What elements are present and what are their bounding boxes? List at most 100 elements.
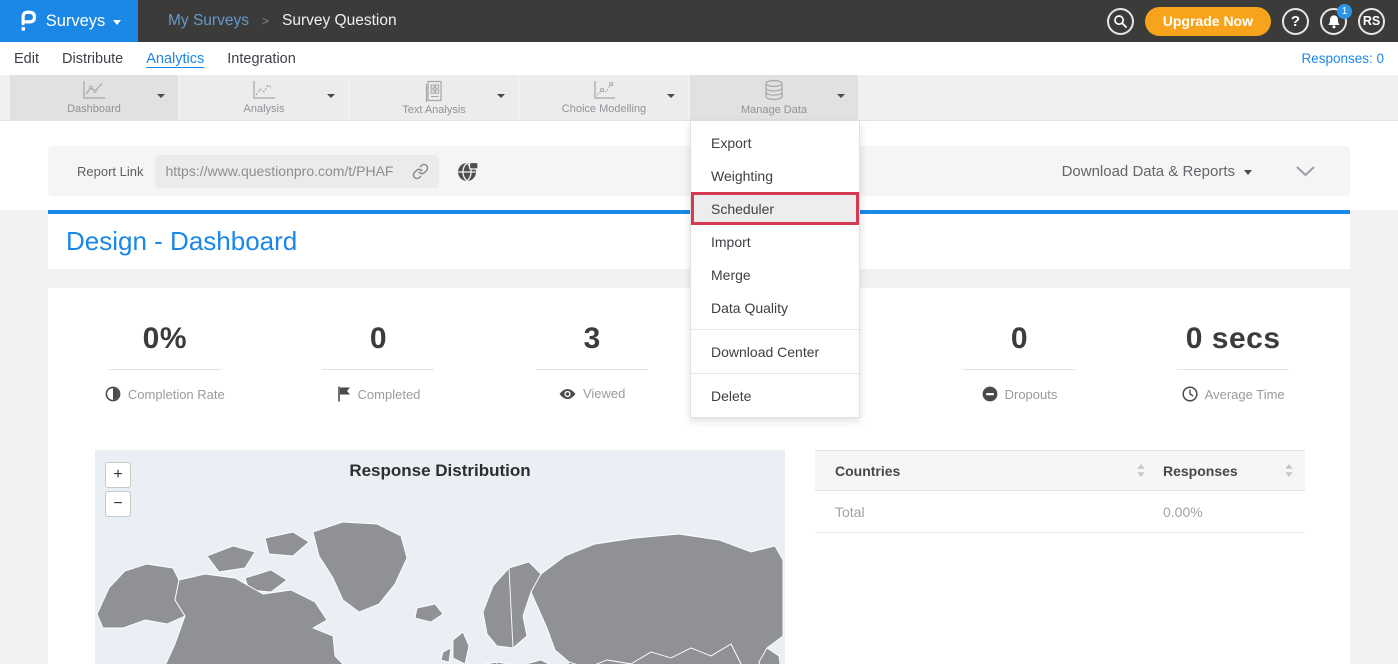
tab-label: Choice Modelling <box>562 103 646 115</box>
menu-group-divider: Download Center <box>691 329 859 368</box>
download-data-reports-menu[interactable]: Download Data & Reports <box>1062 163 1252 180</box>
chevron-down-icon <box>113 20 121 25</box>
sort-icon[interactable] <box>1137 464 1145 477</box>
search-icon <box>1113 14 1128 29</box>
nav-item-distribute[interactable]: Distribute <box>62 51 123 67</box>
column-header-responses[interactable]: Responses <box>1145 463 1305 479</box>
stat-value: 0 secs <box>1186 322 1281 356</box>
stat-average-time: 0 secs Average Time <box>1126 322 1340 402</box>
map-title: Response Distribution <box>95 461 785 481</box>
stat-divider <box>1177 369 1289 370</box>
header-actions: Upgrade Now ? 1 RS <box>1107 7 1398 36</box>
nav-item-integration[interactable]: Integration <box>227 51 296 67</box>
survey-nav: Edit Distribute Analytics Integration Re… <box>0 42 1398 75</box>
menu-item-merge[interactable]: Merge <box>691 258 859 291</box>
column-label: Countries <box>835 463 900 479</box>
scatter-chart-icon <box>591 80 617 101</box>
column-header-countries[interactable]: Countries <box>815 463 1145 479</box>
total-responses-value: 0.00% <box>1145 504 1305 520</box>
analytics-toolbar: Dashboard Analysis Text Analysis Choice … <box>0 75 1398 121</box>
report-url-value: https://www.questionpro.com/t/PHAF <box>165 163 412 179</box>
map-zoom-in-button[interactable]: + <box>105 462 131 488</box>
clock-icon <box>1182 386 1198 402</box>
question-mark-icon: ? <box>1291 13 1300 30</box>
tab-choice-modelling[interactable]: Choice Modelling <box>520 75 688 120</box>
tab-analysis[interactable]: Analysis <box>180 75 348 120</box>
countries-table: Countries Responses Total 0.00% <box>815 450 1305 664</box>
questionpro-logo-icon <box>17 8 38 34</box>
product-switcher[interactable]: Surveys <box>0 0 138 42</box>
upgrade-now-button[interactable]: Upgrade Now <box>1145 7 1271 36</box>
menu-item-export[interactable]: Export <box>691 126 859 159</box>
breadcrumb-current: Survey Question <box>282 12 397 30</box>
stat-label-text: Dropouts <box>1005 387 1058 402</box>
menu-item-weighting[interactable]: Weighting <box>691 159 859 192</box>
notification-badge: 1 <box>1337 4 1352 19</box>
chevron-down-icon <box>1244 170 1252 175</box>
search-button[interactable] <box>1107 8 1134 35</box>
nav-item-edit[interactable]: Edit <box>14 51 39 67</box>
help-button[interactable]: ? <box>1282 8 1309 35</box>
notifications-button[interactable]: 1 <box>1320 8 1347 35</box>
stat-completed: 0 Completed <box>272 322 486 402</box>
chevron-down-icon[interactable] <box>497 94 505 98</box>
stat-label-text: Viewed <box>583 386 625 401</box>
stat-divider <box>536 369 648 370</box>
breadcrumb-my-surveys[interactable]: My Surveys <box>168 12 249 30</box>
breadcrumb: My Surveys > Survey Question <box>168 12 397 30</box>
stat-value: 0 <box>370 322 387 356</box>
stat-completion-rate: 0% Completion Rate <box>58 322 272 402</box>
stat-viewed: 3 Viewed <box>485 322 699 402</box>
tab-manage-data[interactable]: Manage Data <box>690 75 858 120</box>
nav-item-analytics[interactable]: Analytics <box>146 51 204 67</box>
bottom-row: Response Distribution + − <box>95 450 1305 664</box>
collapse-panel-button[interactable] <box>1296 166 1315 177</box>
stat-value: 0 <box>1011 322 1028 356</box>
stat-dropouts: 0 Dropouts <box>913 322 1127 402</box>
menu-item-download-center[interactable]: Download Center <box>691 335 859 368</box>
report-link-input[interactable]: https://www.questionpro.com/t/PHAF <box>155 155 439 188</box>
document-icon <box>423 80 445 102</box>
trend-chart-icon <box>251 80 277 101</box>
chevron-down-icon[interactable] <box>327 94 335 98</box>
tab-label: Dashboard <box>67 103 121 115</box>
menu-item-scheduler[interactable]: Scheduler <box>691 192 859 225</box>
public-link-settings-button[interactable] <box>456 159 480 183</box>
manage-data-dropdown: Export Weighting Scheduler Import Merge … <box>690 121 860 418</box>
breadcrumb-separator: > <box>262 14 269 28</box>
report-link-label: Report Link <box>77 164 143 179</box>
chevron-down-icon <box>1296 166 1315 177</box>
stat-value: 3 <box>584 322 601 356</box>
menu-group-divider: Delete <box>691 373 859 412</box>
stat-divider <box>109 369 221 370</box>
countries-table-header: Countries Responses <box>815 450 1305 491</box>
globe-lock-icon <box>456 159 480 183</box>
menu-item-delete[interactable]: Delete <box>691 379 859 412</box>
half-pie-icon <box>105 386 121 402</box>
total-label: Total <box>815 504 1145 520</box>
chevron-down-icon[interactable] <box>837 94 845 98</box>
database-icon <box>762 79 786 102</box>
response-distribution-map[interactable]: Response Distribution + − <box>95 450 785 664</box>
chevron-down-icon[interactable] <box>157 94 165 98</box>
tab-label: Analysis <box>244 103 285 115</box>
product-name: Surveys <box>46 12 106 31</box>
menu-item-import[interactable]: Import <box>691 225 859 258</box>
chevron-down-icon[interactable] <box>667 94 675 98</box>
tab-text-analysis[interactable]: Text Analysis <box>350 75 518 120</box>
eye-icon <box>559 388 576 400</box>
menu-item-data-quality[interactable]: Data Quality <box>691 291 859 324</box>
tab-label: Text Analysis <box>402 104 466 116</box>
stat-label-text: Average Time <box>1205 387 1285 402</box>
line-chart-icon <box>81 80 107 101</box>
download-data-reports-label: Download Data & Reports <box>1062 163 1235 180</box>
tab-dashboard[interactable]: Dashboard <box>10 75 178 120</box>
column-label: Responses <box>1163 463 1238 479</box>
stat-label-text: Completion Rate <box>128 387 225 402</box>
flag-icon <box>337 386 351 402</box>
app-header: Surveys My Surveys > Survey Question Upg… <box>0 0 1398 42</box>
tab-label: Manage Data <box>741 104 807 116</box>
avatar[interactable]: RS <box>1358 8 1385 35</box>
sort-icon[interactable] <box>1285 464 1293 477</box>
link-icon <box>412 163 429 180</box>
